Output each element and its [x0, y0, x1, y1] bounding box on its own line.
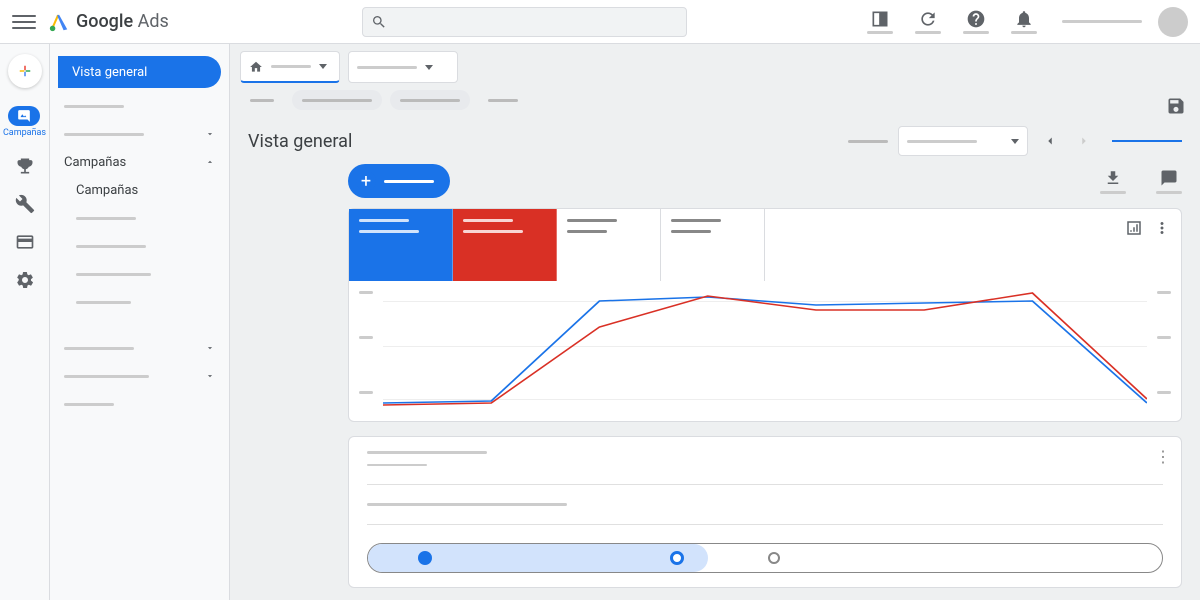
date-next-button[interactable]: [1072, 129, 1096, 153]
stepper-dot-max: [768, 552, 780, 564]
page-title: Vista general: [248, 131, 352, 152]
new-campaign-button[interactable]: +: [348, 164, 450, 198]
scope-toolbar: [230, 44, 1200, 90]
sidebar-item[interactable]: [50, 92, 229, 120]
optimization-card: ⋮: [348, 436, 1182, 588]
sidebar-item[interactable]: [50, 390, 229, 418]
chevron-down-icon: [205, 371, 215, 381]
metric-tile-3[interactable]: [557, 209, 661, 281]
refresh-icon[interactable]: [908, 2, 948, 42]
rail-tools[interactable]: [15, 194, 35, 214]
sidebar-section-campaigns[interactable]: Campañas: [50, 148, 229, 176]
app-header: Google Ads: [0, 0, 1200, 44]
metric-tile-1[interactable]: [349, 209, 453, 281]
avatar[interactable]: [1158, 7, 1188, 37]
google-ads-logo-icon: [48, 11, 70, 33]
create-button[interactable]: [8, 54, 42, 88]
rail-admin[interactable]: [15, 270, 35, 290]
notifications-icon[interactable]: [1004, 2, 1044, 42]
sidebar: Vista general Campañas Campañas: [50, 44, 230, 600]
sidebar-item[interactable]: [50, 204, 229, 232]
sidebar-item[interactable]: [50, 334, 229, 362]
chip[interactable]: [240, 90, 284, 110]
metric-tile-2[interactable]: [453, 209, 557, 281]
feedback-button[interactable]: [1156, 169, 1182, 194]
date-prev-button[interactable]: [1038, 129, 1062, 153]
help-icon[interactable]: [956, 2, 996, 42]
score-stepper: [367, 543, 1163, 573]
date-range-dropdown[interactable]: [898, 126, 1028, 156]
account-label: [1062, 20, 1142, 23]
performance-card: [348, 208, 1182, 422]
sidebar-sub-campaigns[interactable]: Campañas: [50, 176, 229, 204]
logo[interactable]: Google Ads: [48, 11, 169, 33]
account-dropdown[interactable]: [240, 51, 340, 83]
sidebar-item[interactable]: [50, 260, 229, 288]
sidebar-item[interactable]: [50, 362, 229, 390]
rail-goals[interactable]: [15, 156, 35, 176]
download-button[interactable]: [1100, 169, 1126, 194]
metric-tile-4[interactable]: [661, 209, 765, 281]
line-chart: [349, 281, 1181, 421]
logo-text: Google Ads: [76, 11, 169, 32]
sidebar-item-overview[interactable]: Vista general: [58, 56, 221, 88]
rail-billing[interactable]: [15, 232, 35, 252]
campaign-dropdown[interactable]: [348, 51, 458, 83]
stepper-dot-current: [418, 551, 432, 565]
chip[interactable]: [478, 90, 528, 110]
search-icon: [371, 14, 387, 30]
compare-indicator: [1112, 140, 1182, 142]
chip[interactable]: [292, 90, 382, 110]
card-menu-icon[interactable]: [1153, 219, 1171, 237]
card-menu-icon[interactable]: ⋮: [1155, 447, 1171, 466]
icon-rail: Campañas: [0, 44, 50, 600]
stepper-dot-target: [670, 551, 684, 565]
search-input[interactable]: [362, 7, 687, 37]
breadcrumb-chips: [230, 90, 1200, 110]
sidebar-item[interactable]: [50, 232, 229, 260]
sidebar-item[interactable]: [50, 288, 229, 316]
expand-chart-icon[interactable]: [1125, 219, 1143, 237]
chip[interactable]: [390, 90, 470, 110]
sidebar-item[interactable]: [50, 120, 229, 148]
main-content: Vista general +: [230, 44, 1200, 600]
save-view-icon[interactable]: [1166, 96, 1186, 120]
chevron-down-icon: [205, 343, 215, 353]
appearance-icon[interactable]: [860, 2, 900, 42]
hamburger-menu-icon[interactable]: [12, 10, 36, 34]
date-label: [848, 140, 888, 143]
chevron-down-icon: [205, 129, 215, 139]
chevron-up-icon: [205, 157, 215, 167]
home-icon: [249, 60, 263, 74]
rail-campaigns[interactable]: Campañas: [3, 106, 46, 138]
